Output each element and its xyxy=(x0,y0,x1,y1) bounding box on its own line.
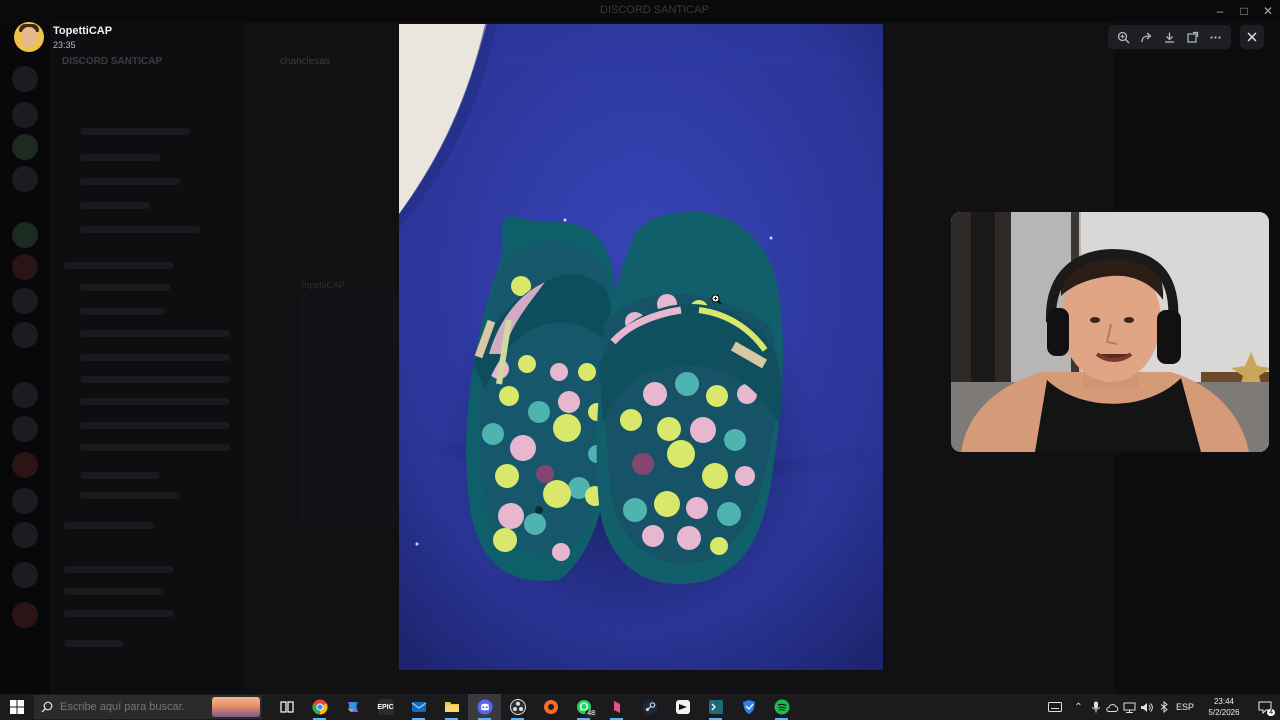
origin-app[interactable] xyxy=(534,694,567,720)
server-icon[interactable] xyxy=(12,416,38,442)
capcut-icon xyxy=(675,700,690,714)
server-rail xyxy=(0,22,50,694)
channel-list xyxy=(50,22,246,694)
zoom-in-icon[interactable] xyxy=(1116,29,1132,45)
origin-icon xyxy=(543,700,558,714)
server-icon[interactable] xyxy=(12,522,38,548)
minimize-button[interactable]: – xyxy=(1208,0,1232,22)
system-tray: ⌃ ESP 23:44 5/2/2026 4 xyxy=(1040,694,1280,720)
open-external-icon[interactable] xyxy=(1185,29,1201,45)
task-view-button[interactable] xyxy=(270,694,303,720)
whatsapp-app[interactable]: 48 xyxy=(567,694,600,720)
copilot-app[interactable] xyxy=(336,694,369,720)
epic-games-app[interactable]: EPIC xyxy=(369,694,402,720)
windows-icon xyxy=(10,700,24,714)
window-title: DISCORD SANTICAP xyxy=(600,4,709,16)
server-icon[interactable] xyxy=(12,562,38,588)
feather-icon xyxy=(613,701,620,713)
slippers-photo[interactable] xyxy=(399,24,883,670)
server-icon[interactable] xyxy=(12,134,38,160)
search-icon xyxy=(34,701,60,713)
close-viewer-button[interactable] xyxy=(1240,25,1264,49)
spotify-icon xyxy=(774,699,789,715)
maximize-button[interactable]: □ xyxy=(1232,0,1256,22)
obs-icon xyxy=(509,699,526,715)
spotify-app[interactable] xyxy=(765,694,798,720)
volume-icon[interactable] xyxy=(1138,694,1155,720)
server-icon[interactable] xyxy=(12,66,38,92)
download-icon[interactable] xyxy=(1162,29,1178,45)
copilot-icon xyxy=(347,702,358,712)
chrome-app[interactable] xyxy=(303,694,336,720)
epic-games-icon: EPIC xyxy=(377,699,394,715)
mail-app[interactable] xyxy=(402,694,435,720)
webcam-illustration xyxy=(951,212,1269,452)
zoom-cursor-icon xyxy=(711,292,722,310)
server-icon[interactable] xyxy=(12,452,38,478)
obs-app[interactable] xyxy=(501,694,534,720)
taskbar: EPIC 48 xyxy=(0,694,1280,720)
clock-time: 23:44 xyxy=(1213,697,1235,706)
poster-name: TopettiCAP xyxy=(53,24,113,37)
steam-icon xyxy=(642,699,657,715)
notification-center-button[interactable]: 4 xyxy=(1250,694,1280,720)
poster-header: TopettiCAP 23:35 xyxy=(14,22,112,52)
server-icon[interactable] xyxy=(12,222,38,248)
server-icon[interactable] xyxy=(12,254,38,280)
server-icon[interactable] xyxy=(12,382,38,408)
server-icon[interactable] xyxy=(12,322,38,348)
poster-time: 23:35 xyxy=(53,39,76,50)
clock[interactable]: 23:44 5/2/2026 xyxy=(1198,696,1250,718)
webcam-overlay xyxy=(951,212,1269,452)
steam-app[interactable] xyxy=(633,694,666,720)
channel-header: chanclesas xyxy=(280,56,331,67)
search-input[interactable] xyxy=(60,701,210,713)
shield-icon xyxy=(742,700,755,714)
language-indicator[interactable]: ESP xyxy=(1172,702,1198,712)
server-icon[interactable] xyxy=(12,602,38,628)
screen: DISCORD SANTICAP – □ ✕ DISCORD SANTICAP … xyxy=(0,0,1280,720)
microphone-icon[interactable] xyxy=(1087,694,1104,720)
capcut-app[interactable] xyxy=(666,694,699,720)
file-explorer-app[interactable] xyxy=(435,694,468,720)
task-view-icon xyxy=(279,701,294,713)
avatar[interactable] xyxy=(14,22,44,52)
server-icon[interactable] xyxy=(12,102,38,128)
bluetooth-icon[interactable] xyxy=(1155,694,1172,720)
clock-date: 5/2/2026 xyxy=(1208,708,1240,717)
folder-icon xyxy=(444,702,459,712)
search-highlight-image xyxy=(212,697,260,717)
discord-icon xyxy=(477,699,492,715)
chrome-icon xyxy=(311,699,328,715)
server-name[interactable]: DISCORD SANTICAP xyxy=(62,56,162,67)
window-controls: – □ ✕ xyxy=(1208,0,1280,22)
server-icon[interactable] xyxy=(12,488,38,514)
cloud-icon[interactable] xyxy=(1104,694,1121,720)
taskbar-search[interactable] xyxy=(34,695,262,719)
start-button[interactable] xyxy=(0,694,34,720)
message-attachment-thumbnail[interactable] xyxy=(300,295,410,525)
mail-icon xyxy=(411,702,426,712)
message-author: TopettiCAP xyxy=(300,280,346,290)
terminal-icon xyxy=(708,700,723,714)
chevron-up-icon[interactable]: ⌃ xyxy=(1070,694,1087,720)
keyboard-icon[interactable] xyxy=(1040,694,1070,720)
forward-icon[interactable] xyxy=(1139,29,1155,45)
network-icon[interactable] xyxy=(1121,694,1138,720)
taskbar-apps: EPIC 48 xyxy=(270,694,798,720)
more-icon[interactable] xyxy=(1208,29,1224,45)
server-icon[interactable] xyxy=(12,166,38,192)
shield-app[interactable] xyxy=(732,694,765,720)
terminal-app[interactable] xyxy=(699,694,732,720)
notification-count: 4 xyxy=(1267,709,1275,716)
window-close-button[interactable]: ✕ xyxy=(1256,0,1280,22)
server-icon[interactable] xyxy=(12,288,38,314)
close-icon xyxy=(1247,32,1257,42)
pink-app[interactable] xyxy=(600,694,633,720)
photo-illustration xyxy=(399,24,883,670)
whatsapp-badge: 48 xyxy=(585,710,597,717)
image-viewer-toolbar xyxy=(1108,25,1231,49)
discord-app[interactable] xyxy=(468,694,501,720)
window-titlebar: DISCORD SANTICAP – □ ✕ xyxy=(0,0,1280,22)
